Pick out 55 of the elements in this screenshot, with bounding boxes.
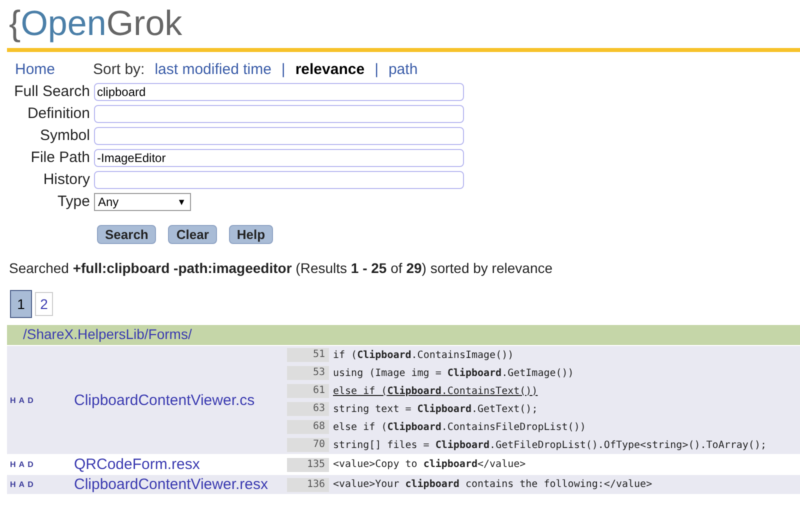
file-link[interactable]: QRCodeForm.resx (74, 456, 287, 473)
text-field[interactable]: -ImageEditor (94, 149, 464, 167)
file-action-link[interactable]: D (28, 460, 34, 469)
file-action-link[interactable]: A (18, 460, 25, 469)
file-action-link[interactable]: D (28, 396, 34, 404)
page-link[interactable]: 2 (35, 292, 53, 316)
code-line-link[interactable]: <value>Your clipboard contains the following:</value> (333, 479, 652, 490)
search-summary: Searched +full:clipboard -path:imageeditor (Results 1 - 25 of 29) sorted by relevance (8, 259, 554, 276)
page-link[interactable]: 1 (10, 290, 32, 318)
line-number: 63 (287, 402, 329, 416)
file-link[interactable]: ClipboardContentViewer.cs (74, 392, 287, 408)
line-number: 135 (287, 458, 329, 472)
code-line-link[interactable]: string[] files = Clipboard.GetFileDropList().OfType<string>().ToArray(); (333, 440, 766, 450)
field-label: Type (56, 193, 90, 211)
code-line-link[interactable]: if (Clipboard.ContainsImage()) (333, 350, 514, 360)
text-field[interactable] (94, 105, 464, 123)
line-number: 53 (287, 366, 329, 380)
field-label: Symbol (38, 127, 90, 145)
opengrok-logo: {OpenGrok (9, 3, 184, 45)
code-line-link[interactable]: string text = Clipboard.GetText(); (333, 404, 538, 414)
sort-label: Sort by: (93, 60, 145, 78)
line-number: 68 (287, 420, 329, 434)
file-action-link[interactable]: A (18, 480, 25, 489)
sort-option[interactable]: path (388, 60, 418, 78)
text-field[interactable]: clipboard (94, 83, 464, 101)
field-label: Full Search (13, 83, 90, 101)
sort-option[interactable]: relevance (295, 60, 365, 78)
form-button[interactable]: Search (97, 225, 156, 244)
home-link[interactable]: Home (15, 60, 56, 78)
text-field[interactable] (94, 127, 464, 145)
code-line-link[interactable]: else if (Clipboard.ContainsFileDropList()) (333, 422, 586, 432)
code-line-link[interactable]: using (Image img = Clipboard.GetImage()) (333, 368, 574, 378)
directory-link[interactable]: /ShareX.HelpersLib/Forms/ (7, 325, 800, 345)
file-action-link[interactable]: D (28, 480, 34, 489)
file-action-link[interactable]: H (10, 460, 16, 469)
field-label: Definition (26, 105, 90, 123)
separator: | (374, 60, 378, 78)
line-number: 51 (287, 348, 329, 362)
line-number: 136 (287, 478, 329, 492)
line-number: 61 (287, 384, 329, 398)
file-action-link[interactable]: H (10, 396, 16, 404)
line-number: 70 (287, 438, 329, 452)
file-action-link[interactable]: A (18, 396, 25, 404)
file-link[interactable]: ClipboardContentViewer.resx (74, 476, 287, 493)
type-dropdown[interactable]: Any ▼ (94, 193, 191, 211)
code-line-link[interactable]: <value>Copy to clipboard</value> (333, 459, 526, 470)
file-action-link[interactable]: H (10, 480, 16, 489)
form-button[interactable]: Help (228, 225, 274, 244)
sort-option[interactable]: last modified time (154, 60, 272, 78)
code-line-link[interactable]: else if (Clipboard.ContainsText()) (333, 386, 538, 396)
field-label: File Path (30, 149, 90, 167)
field-label: History (42, 171, 90, 189)
separator: | (281, 60, 286, 78)
form-button[interactable]: Clear (168, 225, 217, 244)
text-field[interactable] (94, 171, 464, 189)
